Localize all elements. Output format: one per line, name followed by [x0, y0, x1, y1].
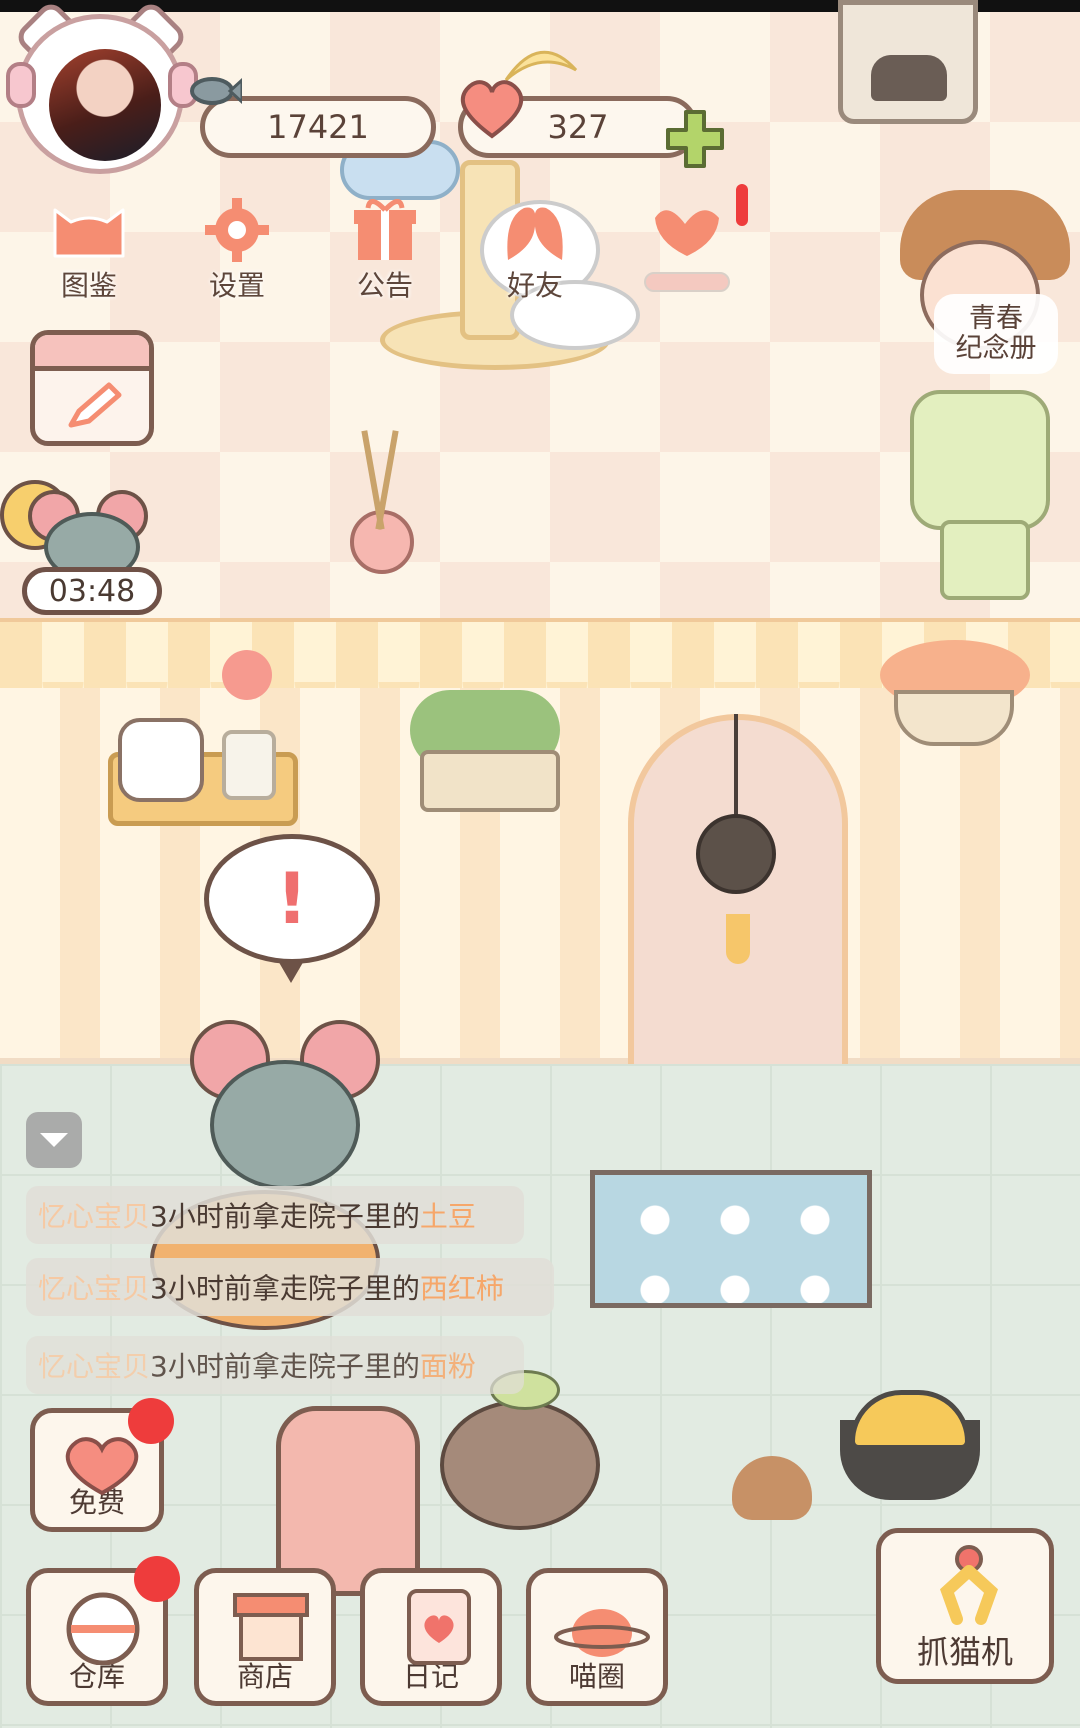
- claw-machine-button[interactable]: 抓猫机: [876, 1528, 1054, 1684]
- fish-coin-value: 17421: [267, 108, 369, 146]
- fireplace: [838, 0, 978, 124]
- jar: [118, 718, 204, 802]
- calendar-button[interactable]: [30, 330, 154, 446]
- feed-user: 忆心宝贝: [38, 1350, 151, 1383]
- mail-notification-dot: [736, 184, 748, 226]
- menu-friends-label: 好友: [506, 269, 563, 302]
- hanging-flowers: [880, 620, 1040, 760]
- avatar: [16, 14, 184, 174]
- incense-vase: [330, 430, 430, 580]
- feed-user: 忆心宝贝: [38, 1200, 151, 1233]
- claw-icon: [940, 1545, 998, 1625]
- alert-mark: !: [276, 858, 308, 940]
- event-timer: 03:48: [22, 567, 162, 615]
- pot: [840, 1390, 980, 1500]
- calendar-icon: [35, 335, 149, 371]
- feed-item-name: 土豆: [419, 1200, 476, 1233]
- feed-item-name: 西红柿: [419, 1272, 504, 1305]
- free-notification-dot: [128, 1398, 174, 1444]
- mail-heart-icon: [645, 198, 729, 262]
- menu-friends[interactable]: 好友: [476, 198, 594, 310]
- heart-icon: [65, 1437, 139, 1496]
- feed-item: 忆心宝贝 3小时前拿走院子里的 西红柿: [26, 1258, 554, 1316]
- cat-circle-label: 喵圈: [568, 1660, 625, 1693]
- feed-item: 忆心宝贝 3小时前拿走院子里的 面粉: [26, 1336, 524, 1394]
- avatar-portrait: [49, 49, 161, 161]
- add-hearts-button[interactable]: [664, 108, 726, 170]
- chevron-down-icon: [40, 1133, 68, 1147]
- menu-mail[interactable]: [628, 198, 746, 310]
- mail-progress-bar: [644, 272, 730, 292]
- heart-value: 327: [547, 108, 609, 146]
- menu-collection-label: 图鉴: [60, 269, 117, 302]
- heart-currency-icon: [456, 74, 528, 140]
- cat-circle-button[interactable]: 喵圈: [526, 1568, 668, 1706]
- feed-item: 忆心宝贝 3小时前拿走院子里的 土豆: [26, 1186, 524, 1244]
- game-scene: 17421 327 图鉴 设置 公告 好友 03:48 青春 纪念册 ! 忆心宝…: [0, 0, 1080, 1728]
- youth-album-line1: 青春: [969, 303, 1023, 335]
- feed-user: 忆心宝贝: [38, 1272, 151, 1305]
- feed-text: 3小时前拿走院子里的: [150, 1200, 420, 1233]
- planet-cat-icon: [554, 1609, 650, 1657]
- pencil-icon: [68, 382, 122, 428]
- player-avatar[interactable]: [0, 0, 200, 180]
- diary-icon: [407, 1589, 471, 1665]
- flower-planter: [410, 690, 570, 820]
- menu-settings[interactable]: 设置: [178, 198, 296, 310]
- mouse-event-icon[interactable]: [0, 466, 160, 582]
- diary-button[interactable]: 日记: [360, 1568, 502, 1706]
- polka-rug: [590, 1170, 872, 1308]
- gift-icon: [343, 198, 427, 262]
- menu-announcements[interactable]: 公告: [326, 198, 444, 310]
- shop-button[interactable]: 商店: [194, 1568, 336, 1706]
- youth-album-button[interactable]: 青春 纪念册: [934, 294, 1058, 374]
- feed-item-name: 面粉: [419, 1350, 476, 1383]
- fish-icon: [182, 66, 242, 116]
- menu-announcements-label: 公告: [356, 269, 413, 302]
- feed-text: 3小时前拿走院子里的: [150, 1350, 420, 1383]
- claw-machine-label: 抓猫机: [916, 1633, 1013, 1671]
- brown-cat: [430, 1370, 630, 1590]
- girl-character: [880, 190, 1080, 610]
- shop-icon: [233, 1593, 309, 1661]
- basket-icon: [66, 1592, 140, 1665]
- headphone-left-icon: [6, 62, 36, 108]
- warehouse-notification-dot: [134, 1556, 180, 1602]
- wind-chime: [686, 714, 786, 984]
- youth-album-line2: 纪念册: [955, 333, 1037, 364]
- menu-settings-label: 设置: [208, 269, 265, 302]
- feed-text: 3小时前拿走院子里的: [150, 1272, 420, 1305]
- menu-collection[interactable]: 图鉴: [30, 198, 148, 310]
- friends-icon: [493, 198, 577, 262]
- alert-bubble[interactable]: !: [204, 834, 380, 983]
- gear-icon: [195, 198, 279, 262]
- chat-toggle-button[interactable]: [26, 1112, 82, 1168]
- flower-vase: [218, 650, 282, 800]
- mouse-character: [190, 1020, 380, 1200]
- cat-head-icon: [47, 198, 131, 262]
- event-timer-text: 03:48: [48, 573, 136, 609]
